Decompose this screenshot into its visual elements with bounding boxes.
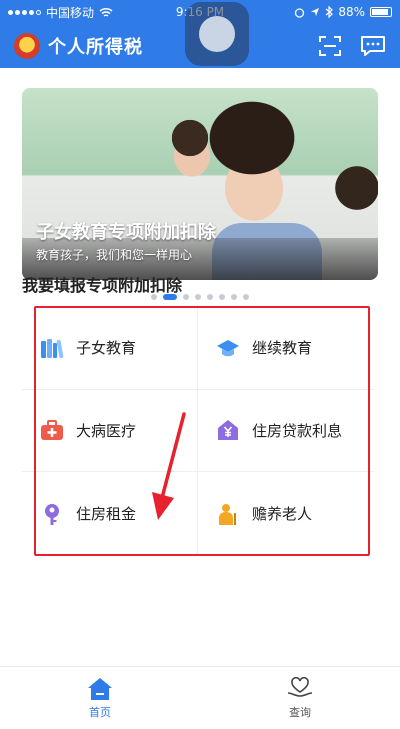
books-icon xyxy=(41,338,64,358)
deduction-label: 住房租金 xyxy=(76,505,137,524)
app-title: 个人所得税 xyxy=(48,37,143,58)
tab-query[interactable]: 查询 xyxy=(200,667,400,729)
section-title: 我要填报专项附加扣除 xyxy=(22,276,183,295)
battery-icon xyxy=(370,7,392,17)
pager-dot[interactable] xyxy=(207,294,213,300)
deduction-elderly-support[interactable]: 赡养老人 xyxy=(198,472,374,555)
deduction-label: 住房贷款利息 xyxy=(252,421,343,440)
medical-kit-icon xyxy=(41,420,63,441)
elderly-person-icon xyxy=(219,503,236,525)
wifi-icon xyxy=(99,7,113,17)
battery-percent: 88% xyxy=(338,5,365,19)
signal-icon xyxy=(8,9,41,15)
message-icon[interactable] xyxy=(360,35,386,57)
deduction-label: 继续教育 xyxy=(252,339,313,358)
tab-home[interactable]: 首页 xyxy=(0,667,200,729)
banner-subtitle: 教育孩子，我们和您一样用心 xyxy=(36,248,193,262)
deduction-serious-illness[interactable]: 大病医疗 xyxy=(22,389,198,473)
heart-hand-icon xyxy=(287,676,313,697)
carrier-name: 中国移动 xyxy=(46,5,95,20)
banner-title: 子女教育专项附加扣除 xyxy=(36,222,216,243)
pager-dot[interactable] xyxy=(231,294,237,300)
assistive-touch-button[interactable] xyxy=(185,2,249,66)
pager-dot[interactable] xyxy=(243,294,249,300)
deduction-housing-loan-interest[interactable]: 住房贷款利息 xyxy=(198,390,374,473)
deduction-label: 大病医疗 xyxy=(76,421,137,440)
pager-dot[interactable] xyxy=(195,294,201,300)
deduction-housing-rent[interactable]: 住房租金 xyxy=(22,472,198,555)
alarm-icon xyxy=(295,7,305,18)
deduction-label: 赡养老人 xyxy=(252,505,313,524)
scan-icon[interactable] xyxy=(318,35,342,57)
key-icon xyxy=(45,503,59,525)
tab-bar: 首页 查询 xyxy=(0,666,400,729)
pager-dot[interactable] xyxy=(219,294,225,300)
tab-label: 查询 xyxy=(289,705,311,719)
deduction-continuing-education[interactable]: 继续教育 xyxy=(198,307,374,390)
yen-house-icon xyxy=(218,420,238,441)
tab-label: 首页 xyxy=(89,705,111,719)
deduction-label: 子女教育 xyxy=(76,339,137,358)
pager-dot[interactable] xyxy=(183,294,189,300)
banner-carousel[interactable]: 子女教育专项附加扣除 教育孩子，我们和您一样用心 xyxy=(22,88,378,280)
emblem-icon xyxy=(14,33,40,59)
home-icon xyxy=(88,677,112,700)
graduation-cap-icon xyxy=(217,339,239,357)
deduction-child-education[interactable]: 子女教育 xyxy=(22,307,198,390)
deduction-grid: 子女教育 继续教育 大病医疗 住房贷款利息 住房租金 赡养老人 xyxy=(22,307,374,555)
bluetooth-icon xyxy=(325,6,334,18)
location-icon xyxy=(311,8,320,16)
